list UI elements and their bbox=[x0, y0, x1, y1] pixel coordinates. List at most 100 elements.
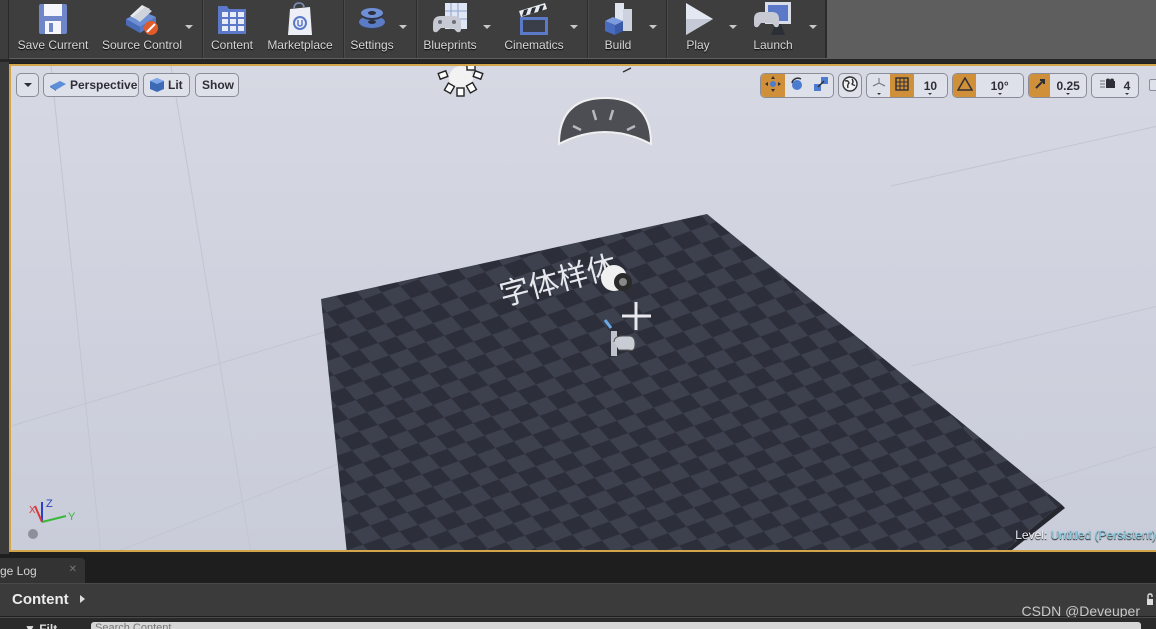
grid-snap-group: 10 bbox=[866, 73, 948, 98]
unreal-editor-window: Save Current Source Control Content Mark… bbox=[0, 0, 1156, 629]
tab-message-log-label: ge Log bbox=[0, 563, 37, 578]
content-browser-icon bbox=[212, 0, 252, 38]
cinematics-dropdown-caret[interactable] bbox=[569, 24, 579, 32]
build-button[interactable]: Build bbox=[593, 0, 643, 58]
lit-label: Lit bbox=[168, 78, 183, 92]
source-control-label: Source Control bbox=[101, 38, 183, 52]
build-label: Build bbox=[604, 38, 632, 52]
build-blocks-icon bbox=[598, 0, 638, 38]
globe-icon bbox=[842, 76, 858, 95]
y-axis-label: Y bbox=[68, 511, 76, 523]
blueprints-button[interactable]: Blueprints bbox=[420, 0, 480, 58]
rotation-snap-value-dropdown[interactable]: 10° bbox=[976, 74, 1023, 97]
content-button[interactable]: Content bbox=[207, 0, 257, 58]
perspective-icon bbox=[50, 80, 66, 91]
viewport-scene: 字体样体 Z Y X bbox=[11, 66, 1156, 550]
blueprints-dropdown-caret[interactable] bbox=[482, 24, 492, 32]
rotate-tool-button[interactable] bbox=[785, 74, 808, 97]
camera-speed-value: 4 bbox=[1123, 78, 1131, 93]
lit-view-mode-button[interactable]: Lit bbox=[143, 73, 190, 97]
z-axis-label: Z bbox=[46, 498, 53, 510]
blueprint-gamepad-icon bbox=[430, 0, 470, 38]
save-current-label: Save Current bbox=[17, 38, 89, 52]
scale-snap-toggle[interactable] bbox=[1029, 74, 1051, 97]
settings-dropdown-caret[interactable] bbox=[398, 24, 408, 32]
camera-speed-group: 4 bbox=[1091, 73, 1139, 98]
camera-speed-dropdown[interactable]: 4 bbox=[1092, 74, 1138, 97]
source-control-icon bbox=[122, 0, 162, 38]
cinematics-label: Cinematics bbox=[504, 38, 564, 52]
bottom-tab-bar: ge Log ✕ bbox=[0, 556, 1156, 583]
toolbar-separator bbox=[202, 0, 204, 58]
level-label-text: Level: bbox=[1015, 528, 1048, 542]
world-space-button[interactable] bbox=[839, 74, 861, 97]
perspective-label: Perspective bbox=[70, 78, 138, 92]
play-dropdown-caret[interactable] bbox=[728, 24, 738, 32]
toolbar-strip: Save Current Source Control Content Mark… bbox=[9, 0, 827, 58]
scale-snap-value: 0.25 bbox=[1056, 78, 1080, 93]
rotate-icon bbox=[789, 76, 805, 95]
play-label: Play bbox=[686, 38, 710, 52]
help-icon bbox=[28, 529, 38, 539]
move-arrows-icon bbox=[765, 76, 782, 95]
settings-button[interactable]: Settings bbox=[347, 0, 397, 58]
marketplace-bag-icon bbox=[280, 0, 320, 38]
toolbar-left-edge bbox=[0, 0, 9, 62]
toolbar-separator bbox=[666, 0, 668, 58]
scale-snap-value-dropdown[interactable]: 0.25 bbox=[1050, 74, 1086, 97]
marketplace-button[interactable]: Marketplace bbox=[264, 0, 336, 58]
scale-tool-button[interactable] bbox=[809, 74, 833, 97]
lock-icon[interactable] bbox=[1146, 593, 1154, 605]
play-icon bbox=[678, 0, 718, 38]
content-breadcrumb[interactable]: Content bbox=[12, 591, 69, 608]
level-indicator: Level: Untitled (Persistent) bbox=[1015, 528, 1156, 542]
transform-tools-group bbox=[760, 73, 834, 98]
grid-snap-value: 10 bbox=[923, 78, 938, 93]
maximize-viewport-button[interactable] bbox=[1149, 79, 1156, 91]
rotation-snap-toggle[interactable] bbox=[953, 74, 977, 97]
surface-snap-button[interactable] bbox=[867, 74, 890, 97]
build-dropdown-caret[interactable] bbox=[648, 24, 658, 32]
cinematics-button[interactable]: Cinematics bbox=[500, 0, 568, 58]
lit-cube-icon bbox=[150, 78, 164, 92]
angle-icon bbox=[956, 76, 973, 94]
toolbar-separator bbox=[416, 0, 418, 58]
x-axis-label: X bbox=[29, 505, 36, 516]
filters-button[interactable]: ▼ Filt bbox=[24, 622, 57, 629]
show-label: Show bbox=[202, 78, 234, 92]
level-viewport[interactable]: 字体样体 Z Y X Perspective Lit Show 10 10° 0… bbox=[9, 64, 1156, 552]
settings-label: Settings bbox=[350, 38, 394, 52]
translate-tool-button[interactable] bbox=[761, 74, 786, 97]
toolbar-separator bbox=[343, 0, 345, 58]
clapperboard-icon bbox=[514, 0, 554, 38]
marketplace-label: Marketplace bbox=[267, 38, 333, 52]
main-toolbar: Save Current Source Control Content Mark… bbox=[0, 0, 1156, 63]
show-flags-button[interactable]: Show bbox=[195, 73, 239, 97]
grid-snap-toggle[interactable] bbox=[890, 74, 914, 97]
launch-button[interactable]: Launch bbox=[747, 0, 799, 58]
grid-icon bbox=[895, 77, 909, 94]
source-control-dropdown-caret[interactable] bbox=[184, 24, 194, 32]
grid-snap-value-dropdown[interactable]: 10 bbox=[914, 74, 947, 97]
toolbar-separator bbox=[587, 0, 589, 58]
floppy-disk-icon bbox=[33, 0, 73, 38]
scale-snap-group: 0.25 bbox=[1028, 73, 1087, 98]
source-control-button[interactable]: Source Control bbox=[97, 0, 187, 58]
rotation-snap-value: 10° bbox=[990, 78, 1009, 93]
close-icon[interactable]: ✕ bbox=[69, 564, 77, 575]
viewport-options-button[interactable] bbox=[16, 73, 39, 97]
tab-message-log[interactable]: ge Log ✕ bbox=[0, 558, 85, 583]
play-button[interactable]: Play bbox=[673, 0, 723, 58]
chevron-down-icon bbox=[23, 83, 32, 87]
save-current-button[interactable]: Save Current bbox=[15, 0, 91, 58]
breadcrumb-arrow-icon[interactable] bbox=[80, 595, 85, 603]
viewport-left-frame bbox=[0, 62, 9, 554]
blueprints-label: Blueprints bbox=[423, 38, 477, 52]
launch-label: Launch bbox=[753, 38, 793, 52]
search-content-input[interactable] bbox=[91, 622, 1141, 629]
coordinate-space-toggle bbox=[838, 73, 862, 98]
launch-dropdown-caret[interactable] bbox=[808, 24, 818, 32]
perspective-button[interactable]: Perspective bbox=[43, 73, 139, 97]
rotation-snap-group: 10° bbox=[952, 73, 1024, 98]
launch-monitor-icon bbox=[753, 0, 793, 38]
